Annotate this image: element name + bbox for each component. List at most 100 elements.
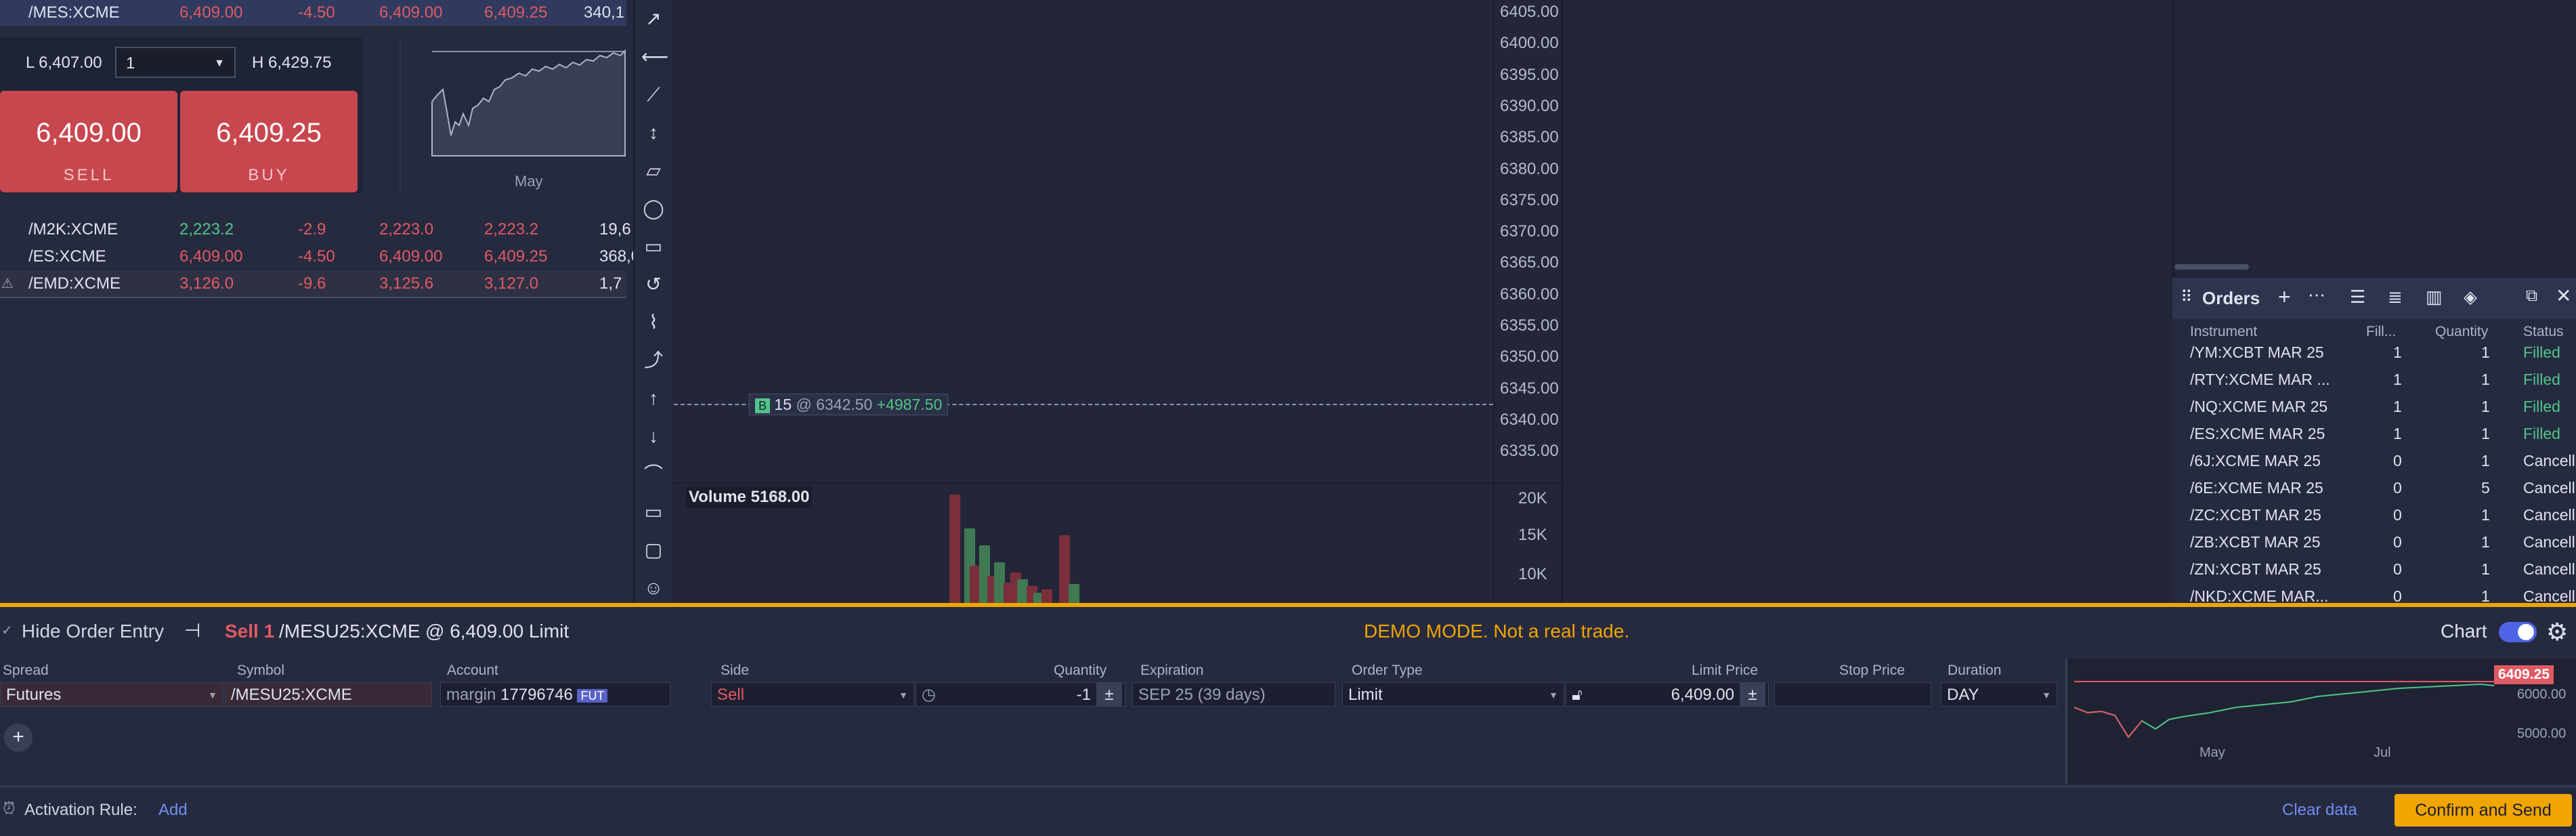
header-account: Account [447, 663, 498, 678]
ellipse-icon[interactable]: ◯ [641, 196, 666, 221]
price-chart[interactable]: B 15 @ 6342.50 +4987.50 Volume 5168.00 [672, 0, 1493, 603]
order-fill: 0 [2393, 560, 2402, 578]
price-tick: 6350.00 [1500, 348, 1559, 367]
quantity-value: 1 [126, 54, 135, 72]
table-row[interactable]: /6E:XCME MAR 25 0 5 Cancell [2172, 474, 2576, 501]
chevron-down-icon: ▼ [1549, 690, 1558, 701]
position-label[interactable]: B 15 @ 6342.50 +4987.50 [749, 394, 949, 415]
price-tick: 6370.00 [1500, 222, 1559, 241]
header-quantity: Quantity [1054, 663, 1107, 678]
arc-icon[interactable]: ⌒ [641, 462, 666, 486]
watch-ask: 2,223.2 [484, 220, 539, 238]
more-icon[interactable]: ⋯ [2308, 285, 2325, 306]
activation-rule-label: Activation Rule: [24, 801, 137, 819]
side-select[interactable]: Sell ▼ [711, 682, 914, 707]
header-symbol: Symbol [237, 663, 285, 678]
quantity-stepper[interactable]: ± [1096, 683, 1122, 706]
watch-symbol: /M2K:XCME [28, 220, 119, 238]
col-fill[interactable]: Fill... [2366, 324, 2396, 340]
zigzag-icon[interactable]: ⤴ [641, 348, 666, 373]
buy-label: BUY [248, 166, 290, 184]
callout-icon[interactable]: ▭ [641, 500, 666, 524]
arrow-tool-icon[interactable]: ↗ [641, 7, 666, 31]
order-quantity: 5 [2481, 479, 2490, 497]
order-status: Filled [2523, 425, 2560, 442]
order-mini-chart[interactable]: 6409.25 6000.00 5000.00 May Jul [2065, 659, 2576, 784]
order-instrument: /6J:XCME MAR 25 [2190, 452, 2321, 469]
table-row[interactable]: /YM:XCBT MAR 25 1 1 Filled [2172, 339, 2576, 366]
sparkline-label: May [515, 173, 543, 190]
quantity-input[interactable]: ◷ -1 ± [916, 682, 1125, 707]
columns-icon[interactable]: ▥ [2426, 287, 2443, 308]
curve-icon[interactable]: ↺ [641, 272, 666, 297]
rectangle-icon[interactable]: ▭ [641, 234, 666, 259]
add-leg-button[interactable]: + [4, 724, 33, 752]
watchlist-row[interactable]: /EMD:XCME 3,126.0 -9.6 3,125.6 3,127.0 1,7 ⚠ [0, 271, 626, 298]
buy-button[interactable]: 6,409.25 BUY [180, 91, 358, 192]
collapse-icon[interactable]: ✓ [1, 622, 13, 639]
col-quantity[interactable]: Quantity [2435, 324, 2488, 340]
account-select[interactable]: margin 17796746 FUT [440, 682, 670, 707]
symbol-input[interactable]: /MESU25:XCME [225, 682, 432, 707]
close-icon[interactable]: ✕ [2556, 285, 2571, 307]
header-limit-price: Limit Price [1692, 663, 1759, 678]
col-status[interactable]: Status [2523, 324, 2564, 340]
emoji-icon[interactable]: ☺ [641, 576, 666, 600]
scrollbar-horizontal[interactable] [2174, 264, 2249, 270]
order-entry-bar: ✓ Hide Order Entry ⊣ Sell 1 /MESU25:XCME… [0, 603, 2576, 663]
quantity-select[interactable]: 1 ▼ [115, 47, 236, 78]
header-expiration: Expiration [1140, 663, 1204, 678]
horizontal-ray-icon[interactable]: ⟵ [641, 45, 668, 69]
brush-icon[interactable]: ⌇ [641, 310, 666, 335]
order-type-select[interactable]: Limit ▼ [1342, 682, 1564, 707]
list-view-icon[interactable]: ☰ [2350, 287, 2365, 308]
account-prefix: margin [446, 686, 496, 704]
volume-bar [949, 495, 960, 603]
axis-border [1493, 0, 1495, 603]
table-row[interactable]: /ES:XCME MAR 25 1 1 Filled [2172, 420, 2576, 447]
drag-handle-icon[interactable]: ⠿ [2181, 287, 2193, 307]
spread-select[interactable]: Futures ▼ [0, 682, 223, 707]
chevron-down-icon: ▼ [899, 690, 908, 701]
watchlist-row-active[interactable]: /MES:XCME 6,409.00 -4.50 6,409.00 6,409.… [0, 0, 626, 26]
expiration-select[interactable]: SEP 25 (39 days) [1132, 682, 1335, 707]
arrow-down-icon[interactable]: ↓ [641, 424, 666, 448]
order-quantity: 1 [2481, 425, 2490, 442]
table-row[interactable]: /RTY:XCME MAR ... 1 1 Filled [2172, 366, 2576, 393]
table-row[interactable]: /ZN:XCBT MAR 25 0 1 Cancell [2172, 556, 2576, 583]
sell-button[interactable]: 6,409.00 SELL [0, 91, 177, 192]
lock-icon[interactable]: 🔓︎ [1572, 683, 1583, 706]
add-activation-rule-link[interactable]: Add [158, 801, 188, 820]
price-stepper[interactable]: ± [1740, 683, 1765, 706]
pin-icon[interactable]: ⊣ [184, 619, 200, 642]
clear-data-button[interactable]: Clear data [2282, 801, 2357, 820]
add-icon[interactable]: + [2278, 285, 2291, 310]
col-instrument[interactable]: Instrument [2190, 324, 2257, 340]
duration-select[interactable]: DAY ▼ [1941, 682, 2057, 707]
popout-icon[interactable]: ⧉ [2526, 287, 2537, 306]
trend-line-icon[interactable]: ⟋ [641, 83, 666, 107]
table-row[interactable]: /ZB:XCBT MAR 25 0 1 Cancell [2172, 528, 2576, 556]
watchlist-row[interactable]: /M2K:XCME 2,223.2 -2.9 2,223.0 2,223.2 19,6 [0, 217, 631, 243]
watchlist-row[interactable]: /ES:XCME 6,409.00 -4.50 6,409.00 6,409.25 368… [0, 244, 640, 270]
limit-price-input[interactable]: 🔓︎ 6,409.00 ± [1566, 682, 1769, 707]
chart-toggle[interactable] [2499, 622, 2537, 642]
vertical-line-icon[interactable]: ↕ [641, 121, 666, 145]
arrow-up-icon[interactable]: ↑ [641, 386, 666, 411]
table-row[interactable]: /NQ:XCME MAR 25 1 1 Filled [2172, 393, 2576, 420]
stop-price-input[interactable] [1774, 682, 1931, 707]
parallelogram-icon[interactable]: ▱ [641, 159, 666, 183]
order-status: Cancell [2523, 452, 2575, 469]
comment-icon[interactable]: ▢ [641, 538, 666, 562]
position-qty: 15 [774, 396, 792, 413]
filter-icon[interactable]: ≣ [2388, 287, 2403, 308]
hide-order-entry-button[interactable]: Hide Order Entry [22, 621, 164, 642]
table-row[interactable]: /6J:XCME MAR 25 0 1 Cancell [2172, 447, 2576, 474]
gear-icon[interactable]: ⚙ [2546, 618, 2568, 646]
watch-last: 6,409.00 [179, 3, 243, 22]
price-tick: 6400.00 [1500, 34, 1559, 53]
table-row[interactable]: /ZC:XCBT MAR 25 0 1 Cancell [2172, 501, 2576, 528]
split-icon[interactable]: ◈ [2464, 287, 2477, 308]
header-duration: Duration [1948, 663, 2002, 678]
confirm-and-send-button[interactable]: Confirm and Send [2395, 794, 2572, 827]
